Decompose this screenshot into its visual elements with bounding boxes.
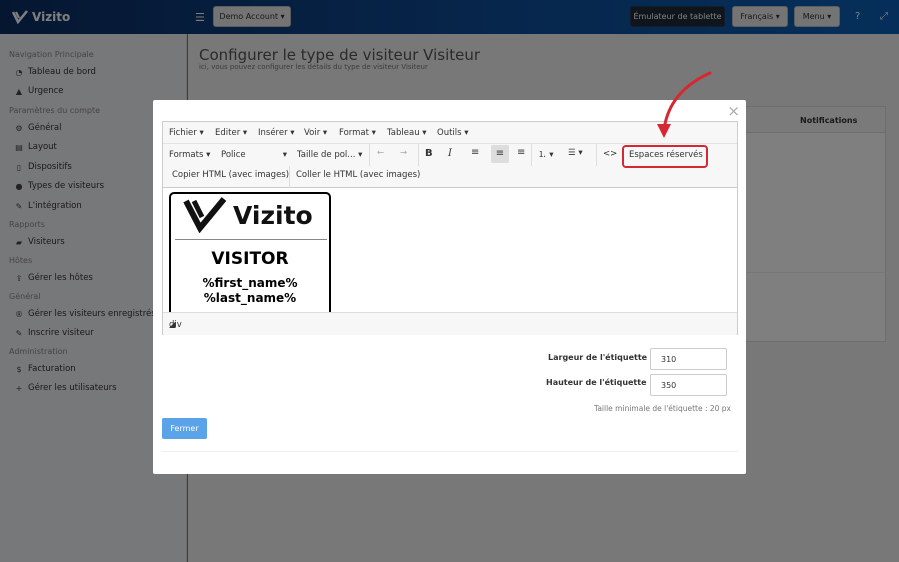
editor-content-area[interactable]: Vizito VISITOR %first_name% %last_name% bbox=[163, 188, 737, 312]
configure-label-modal: × Fichier ▾ Editer ▾ Insérer ▾ Voir ▾ Fo… bbox=[153, 100, 746, 474]
badge-first-name: %first_name% bbox=[202, 276, 298, 290]
modal-divider bbox=[162, 451, 738, 452]
placeholders-highlight bbox=[622, 145, 708, 168]
label-height-value: 350 bbox=[661, 380, 677, 390]
label-width-value: 310 bbox=[661, 354, 677, 364]
paste-html-button[interactable]: Coller le HTML (avec images) bbox=[296, 170, 420, 180]
menu-insert[interactable]: Insérer ▾ bbox=[258, 128, 295, 138]
align-center-icon[interactable]: ≡ bbox=[491, 145, 509, 163]
badge-last-name: %last_name% bbox=[203, 291, 297, 305]
menu-label: Format bbox=[339, 128, 369, 138]
menu-label: Editer bbox=[215, 128, 241, 138]
align-right-icon[interactable]: ≡ bbox=[517, 147, 525, 158]
bullet-list-icon[interactable]: ☰ ▾ bbox=[568, 148, 583, 158]
undo-icon[interactable]: ← bbox=[377, 148, 384, 158]
toolbar-separator bbox=[418, 144, 419, 166]
align-left-icon[interactable]: ≡ bbox=[471, 147, 479, 158]
editor-statusbar: div ◢ bbox=[163, 312, 737, 335]
code-icon[interactable]: <> bbox=[603, 149, 617, 159]
numbered-list-icon[interactable]: ⒈ ▾ bbox=[538, 148, 553, 160]
close-icon[interactable]: × bbox=[727, 102, 740, 120]
vizito-logo-icon bbox=[183, 197, 227, 233]
resize-handle-icon[interactable]: ◢ bbox=[169, 320, 735, 333]
copy-html-button[interactable]: Copier HTML (avec images) bbox=[172, 170, 289, 180]
font-label: Police bbox=[221, 150, 246, 160]
italic-icon[interactable]: I bbox=[448, 148, 452, 159]
menu-format[interactable]: Format ▾ bbox=[339, 128, 376, 138]
label-width-input[interactable]: 310 bbox=[650, 348, 727, 370]
menu-label: Insérer bbox=[258, 128, 288, 138]
label-width-label: Largeur de l'étiquette bbox=[548, 353, 648, 362]
min-size-note: Taille minimale de l'étiquette : 20 px bbox=[594, 404, 731, 413]
redo-icon[interactable]: → bbox=[400, 148, 407, 158]
menu-edit[interactable]: Editer ▾ bbox=[215, 128, 247, 138]
font-size-dropdown[interactable]: Taille de pol... ▾ bbox=[297, 150, 362, 160]
label-height-input[interactable]: 350 bbox=[650, 374, 727, 396]
annotation-arrow-icon bbox=[657, 71, 712, 138]
toolbar-separator bbox=[596, 144, 597, 166]
font-dropdown[interactable]: Police ▾ bbox=[221, 150, 287, 160]
toolbar-separator bbox=[369, 144, 370, 166]
badge-preview: Vizito VISITOR %first_name% %last_name% bbox=[169, 192, 331, 312]
menu-label: Outils bbox=[437, 128, 462, 138]
label-height-label: Hauteur de l'étiquette bbox=[546, 378, 647, 387]
chevron-down-icon: ▾ bbox=[282, 150, 287, 160]
badge-logo: Vizito bbox=[183, 197, 313, 233]
menu-view[interactable]: Voir ▾ bbox=[304, 128, 327, 138]
badge-visitor-text: VISITOR bbox=[211, 249, 289, 269]
close-button[interactable]: Fermer bbox=[162, 418, 207, 439]
badge-divider bbox=[175, 239, 327, 240]
formats-dropdown[interactable]: Formats ▾ bbox=[169, 150, 210, 160]
menu-label: Voir bbox=[304, 128, 321, 138]
menu-tools[interactable]: Outils ▾ bbox=[437, 128, 469, 138]
rich-text-editor: Fichier ▾ Editer ▾ Insérer ▾ Voir ▾ Form… bbox=[162, 121, 738, 335]
menu-table[interactable]: Tableau ▾ bbox=[387, 128, 427, 138]
toolbar-separator bbox=[531, 144, 532, 166]
menu-file[interactable]: Fichier ▾ bbox=[169, 128, 204, 138]
font-size-label: Taille de pol... bbox=[297, 150, 356, 160]
badge-logo-text: Vizito bbox=[233, 200, 313, 230]
bold-icon[interactable]: B bbox=[425, 148, 433, 159]
menu-label: Fichier bbox=[169, 128, 197, 138]
formats-label: Formats bbox=[169, 150, 204, 160]
menu-label: Tableau bbox=[387, 128, 420, 138]
toolbar-separator bbox=[289, 166, 290, 188]
